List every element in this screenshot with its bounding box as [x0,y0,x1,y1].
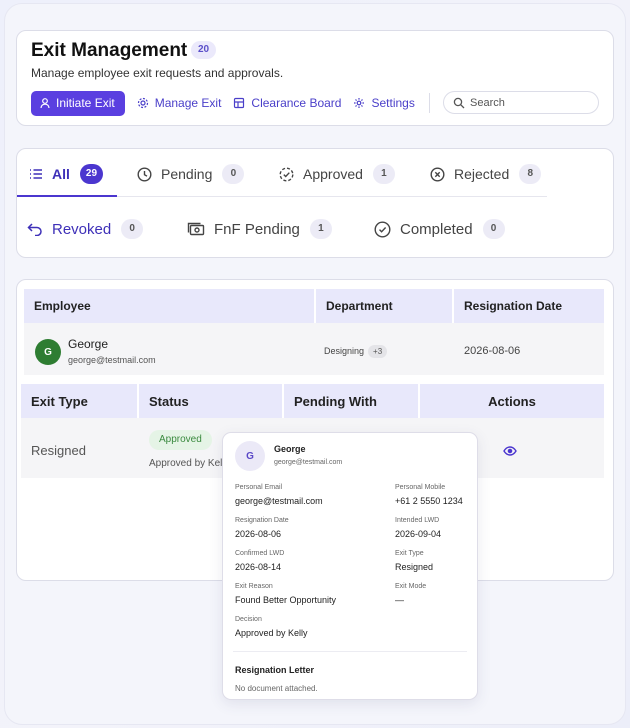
search-box[interactable] [443,91,599,114]
header-card: Exit Management 20 Manage employee exit … [16,30,614,126]
personal-mobile-value: +61 2 5550 1234 [395,496,463,506]
check-circle-dashed-icon [279,166,294,182]
tab-rejected-label: Rejected [454,166,510,182]
undo-arrow-icon [27,223,42,236]
resignation-date-value: 2026-08-06 [235,529,282,539]
status-badge: Approved [149,430,212,450]
status-note: Approved by Kel [149,458,223,469]
confirmed-lwd-value: 2026-08-14 [235,562,282,572]
search-icon [453,97,465,108]
exit-type-value: Resigned [395,562,434,572]
x-circle-icon [430,166,445,182]
eye-icon [503,446,517,456]
tab-all[interactable]: All 29 [29,164,104,184]
exit-count-badge: 20 [191,41,217,59]
settings-label: Settings [371,96,415,110]
resignation-letter-title: Resignation Letter [235,665,315,675]
popover-name: George [274,444,306,454]
tab-fnf-pending-label: FnF Pending [214,220,300,238]
resignation-date-cell: 2026-08-06 [464,345,521,357]
clearance-board-button[interactable]: Clearance Board [233,96,341,110]
department-name: Designing [324,346,365,356]
exit-mode-label: Exit Mode [395,583,427,590]
check-circle-icon [374,220,391,238]
col-employee: Employee [24,289,316,323]
manage-exit-label: Manage Exit [154,96,222,110]
initiate-exit-button[interactable]: Initiate Exit [31,90,125,116]
settings-button[interactable]: Settings [353,96,415,110]
exit-reason-label: Exit Reason [235,583,273,590]
manage-exit-button[interactable]: Manage Exit [137,96,222,110]
tab-revoked-count: 0 [121,219,144,239]
tab-completed-label: Completed [400,220,473,238]
confirmed-lwd-label: Confirmed LWD [235,550,285,557]
initiate-exit-label: Initiate Exit [56,96,115,110]
active-tab-indicator [17,195,117,197]
exit-type-label: Exit Type [395,550,424,557]
money-icon [187,222,205,236]
department-cell: Designing +3 [324,345,388,358]
manage-gear-icon [137,97,148,109]
clock-icon [137,166,152,182]
resignation-letter-note: No document attached. [235,684,318,693]
tab-completed-count: 0 [482,219,505,239]
user-icon [40,98,50,109]
board-icon [234,97,245,109]
tab-pending-count: 0 [222,164,245,184]
intended-lwd-label: Intended LWD [395,517,440,524]
personal-email-value: george@testmail.com [235,496,323,506]
tab-approved[interactable]: Approved 1 [279,164,395,184]
table-header-row-2: Exit Type Status Pending With Actions [21,384,604,418]
tab-rejected[interactable]: Rejected 8 [430,164,542,184]
tab-pending-label: Pending [161,166,213,182]
col-actions: Actions [488,393,536,409]
col-department: Department [316,289,454,323]
tab-fnf-pending-count: 1 [309,219,332,239]
col-resignation-date: Resignation Date [464,299,563,313]
clearance-board-label: Clearance Board [251,96,342,110]
employee-details-popover: G George george@testmail.com Personal Em… [222,432,478,700]
col-status: Status [139,384,284,418]
tab-revoked-label: Revoked [52,220,112,238]
table-header-row-1: Employee Department Resignation Date [24,289,604,323]
department-more-chip[interactable]: +3 [368,345,388,358]
exit-reason-value: Found Better Opportunity [235,595,337,605]
tab-approved-label: Approved [303,166,363,182]
col-pending-with: Pending With [284,384,420,418]
page-subtitle: Manage employee exit requests and approv… [31,66,284,80]
header-divider [428,93,430,113]
header-actions: Initiate Exit Manage Exit Clearance Boar… [31,90,430,116]
personal-email-label: Personal Email [235,484,283,491]
decision-label: Decision [235,616,262,623]
exit-mode-value: — [395,595,404,605]
tab-revoked[interactable]: Revoked 0 [27,219,144,239]
tab-fnf-pending[interactable]: FnF Pending 1 [187,219,332,239]
list-icon [30,169,42,179]
decision-value: Approved by Kelly [235,628,308,638]
popover-divider [233,651,467,652]
resignation-date-label: Resignation Date [235,517,289,524]
exit-type-cell: Resigned [31,443,86,458]
status-tabs-card: All 29 Pending 0 Approved 1 Rejected 8 R… [16,148,614,258]
gear-icon [354,98,365,108]
popover-avatar: G [235,441,265,471]
avatar: G [35,339,61,365]
tab-approved-count: 1 [372,164,395,184]
page-title: Exit Management [31,40,188,61]
tab-all-label: All [52,166,70,182]
col-exit-type: Exit Type [21,384,139,418]
tab-pending[interactable]: Pending 0 [137,164,245,184]
personal-mobile-label: Personal Mobile [395,484,446,491]
employee-email: george@testmail.com [68,355,156,365]
intended-lwd-value: 2026-09-04 [395,529,442,539]
popover-email: george@testmail.com [274,459,343,466]
tab-rejected-count: 8 [519,164,542,184]
table-row[interactable]: G George george@testmail.com Designing +3… [24,323,604,375]
tab-all-count: 29 [79,164,104,184]
search-input[interactable] [470,96,580,109]
tab-completed[interactable]: Completed 0 [374,219,505,239]
view-button[interactable] [503,443,517,461]
employee-name: George [68,337,109,351]
